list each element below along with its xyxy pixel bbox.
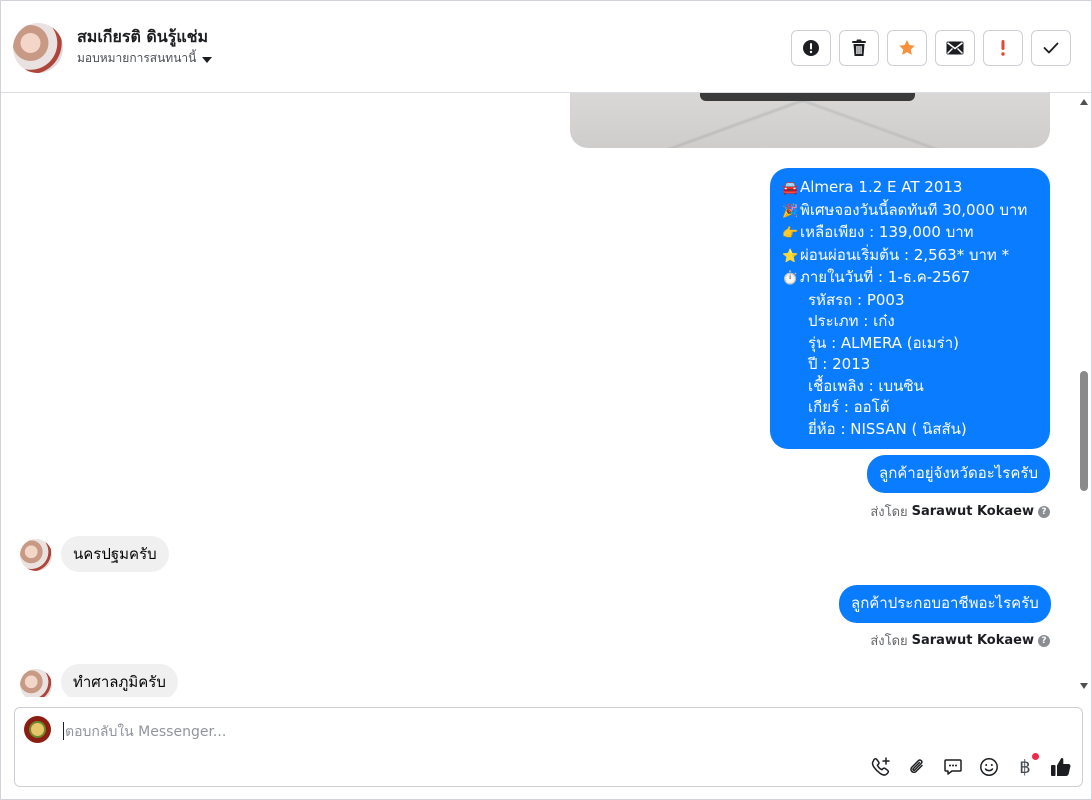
follow-up-button[interactable] [983,30,1023,66]
listing-line: ⏱️ ภายในวันที่ : 1-ธ.ค-2567 [782,267,1038,290]
listing-line: ⭐ ผ่อนผ่อนเริ่มต้น : 2,563* บาท * [782,245,1038,268]
envelope-icon [946,41,964,55]
outgoing-message-bubble[interactable]: ลูกค้าอยู่จังหวัดอะไรครับ [867,455,1050,493]
message-text: นครปฐมครับ [73,545,157,563]
contact-avatar-small[interactable] [20,539,52,571]
thumbs-up-icon [1051,757,1071,776]
listing-line: รุ่น : ALMERA (อเมร่า) [808,333,959,352]
page-avatar [24,716,51,743]
alert-circle-icon [803,40,819,56]
paperclip-icon [910,759,923,774]
reply-input[interactable] [65,721,965,743]
emoji-button[interactable] [978,756,1000,778]
listing-line: ยี่ห้อ : NISSAN ( นิสสัน) [808,419,967,438]
conversation-header: สมเกียรติ ดินรู้แช่ม มอบหมายการสนทนานี้ [1,1,1091,93]
notification-dot [1032,753,1039,760]
listing-line: เกียร์ : ออโต้ [808,398,890,416]
image-floor-texture [570,93,1050,148]
trash-icon [852,39,866,56]
contact-name[interactable]: สมเกียรติ ดินรู้แช่ม [77,25,208,50]
message-text: ลูกค้าประกอบอาชีพอะไรครับ [851,594,1039,613]
assign-label: มอบหมายการสนทนานี้ [77,51,197,65]
mark-unread-button[interactable] [935,30,975,66]
exclamation-icon [1001,40,1005,56]
baht-icon: ฿ [1019,756,1031,778]
listing-line: 👉 เหลือเพียง : 139,000 บาท [782,222,1038,245]
star-button[interactable] [887,30,927,66]
incoming-message-bubble[interactable]: นครปฐมครับ [61,536,169,572]
incoming-message-bubble[interactable]: ทำศาลภูมิครับ [61,664,178,697]
spam-button[interactable] [791,30,831,66]
smiley-icon [980,758,998,776]
like-button[interactable] [1050,756,1072,778]
listing-line: 🎉 พิเศษจองวันนี้ลดทันที 30,000 บาท [782,200,1038,223]
listing-message-bubble[interactable]: 🚘 Almera 1.2 E AT 2013 🎉 พิเศษจองวันนี้ลดท… [770,168,1050,449]
checkmark-icon [1043,42,1059,54]
contact-avatar[interactable] [13,23,63,73]
assign-conversation-dropdown[interactable]: มอบหมายการสนทนานี้ [77,49,213,68]
sender-name[interactable]: Sarawut Kokaew [912,504,1034,519]
help-icon[interactable]: ? [1038,505,1050,518]
pointing-hand-emoji-icon: 👉 [782,226,799,241]
messenger-inbox-app: สมเกียรติ ดินรู้แช่ม มอบหมายการสนทนานี้ [0,0,1092,800]
outgoing-message-bubble[interactable]: ลูกค้าประกอบอาชีพอะไรครับ [839,585,1051,623]
phone-plus-icon [871,757,890,776]
star-icon [899,40,915,55]
listing-line: 🚘 Almera 1.2 E AT 2013 [782,177,1038,200]
thread-scrollbar[interactable] [1077,93,1091,697]
sender-name[interactable]: Sarawut Kokaew [912,633,1034,648]
scroll-up-arrow-icon[interactable] [1080,99,1088,105]
attach-file-button[interactable] [906,756,928,778]
chat-bubble-icon [944,759,962,775]
saved-replies-button[interactable] [942,756,964,778]
message-text: ลูกค้าอยู่จังหวัดอะไรครับ [879,464,1038,483]
reply-composer: ฿ [14,707,1083,787]
scrollbar-thumb[interactable] [1080,371,1088,491]
sent-by-label: ส่งโดย Sarawut Kokaew ? [870,501,1050,522]
help-icon[interactable]: ? [1038,634,1050,647]
car-emoji-icon: 🚘 [782,181,799,196]
stopwatch-emoji-icon: ⏱️ [782,271,799,286]
text-cursor [63,722,64,740]
composer-toolbar: ฿ [870,753,1072,778]
header-actions [791,30,1071,66]
message-thread[interactable]: 🚘 Almera 1.2 E AT 2013 🎉 พิเศษจองวันนี้ลดท… [1,93,1079,697]
message-text: ทำศาลภูมิครับ [73,673,166,691]
done-button[interactable] [1031,30,1071,66]
star-emoji-icon: ⭐ [782,248,799,264]
phone-plus-button[interactable] [870,756,892,778]
party-emoji-icon: 🎉 [782,203,799,219]
caret-down-icon [202,56,213,63]
sent-by-label: ส่งโดย Sarawut Kokaew ? [870,630,1050,651]
delete-button[interactable] [839,30,879,66]
scroll-down-arrow-icon[interactable] [1080,683,1088,689]
listing-line: เชื้อเพลิง : เบนซิน [808,376,924,395]
listing-line: ปี : 2013 [808,355,871,373]
listing-line: รหัสรถ : P003 [808,290,905,309]
image-attachment[interactable] [570,93,1050,148]
listing-line: ประเภท : เก๋ง [808,312,895,330]
payment-button[interactable]: ฿ [1014,753,1039,778]
contact-avatar-small[interactable] [20,669,52,697]
image-dark-region [700,93,915,101]
